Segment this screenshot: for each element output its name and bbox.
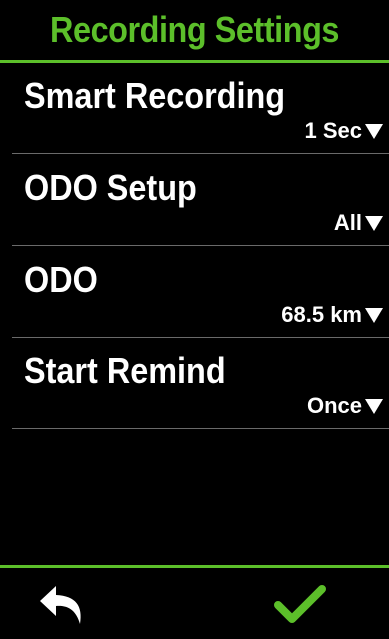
dropdown-caret-icon [365, 307, 383, 323]
row-divider [12, 153, 389, 154]
setting-value: Once [306, 393, 362, 418]
setting-row-smart-recording[interactable]: Smart Recording 1 Sec [0, 63, 389, 154]
back-button[interactable] [32, 578, 96, 630]
footer [0, 568, 389, 639]
checkmark-icon [274, 585, 326, 623]
dropdown-caret-icon [365, 215, 383, 231]
setting-label: Start Remind [24, 350, 226, 391]
setting-label: Smart Recording [24, 75, 286, 116]
back-arrow-icon [40, 586, 81, 624]
setting-value: 1 Sec [304, 118, 363, 143]
setting-value-dropdown[interactable]: Once [307, 393, 383, 419]
page-title: Recording Settings [50, 9, 339, 50]
setting-label: ODO Setup [24, 167, 197, 208]
setting-row-start-remind[interactable]: Start Remind Once [0, 338, 389, 429]
setting-value-dropdown[interactable]: 68.5 km [281, 302, 383, 328]
row-divider [12, 428, 389, 429]
setting-row-odo[interactable]: ODO 68.5 km [0, 247, 389, 338]
setting-value: 68.5 km [281, 302, 362, 327]
confirm-button[interactable] [268, 578, 332, 630]
setting-value: All [333, 210, 362, 235]
setting-row-odo-setup[interactable]: ODO Setup All [0, 155, 389, 246]
setting-value-dropdown[interactable]: 1 Sec [304, 118, 383, 144]
header: Recording Settings [0, 0, 389, 60]
recording-settings-screen: Recording Settings Smart Recording 1 Sec… [0, 0, 389, 639]
dropdown-caret-icon [365, 123, 383, 139]
setting-value-dropdown[interactable]: All [334, 210, 383, 236]
row-divider [12, 245, 389, 246]
dropdown-caret-icon [365, 398, 383, 414]
setting-label: ODO [24, 259, 98, 300]
